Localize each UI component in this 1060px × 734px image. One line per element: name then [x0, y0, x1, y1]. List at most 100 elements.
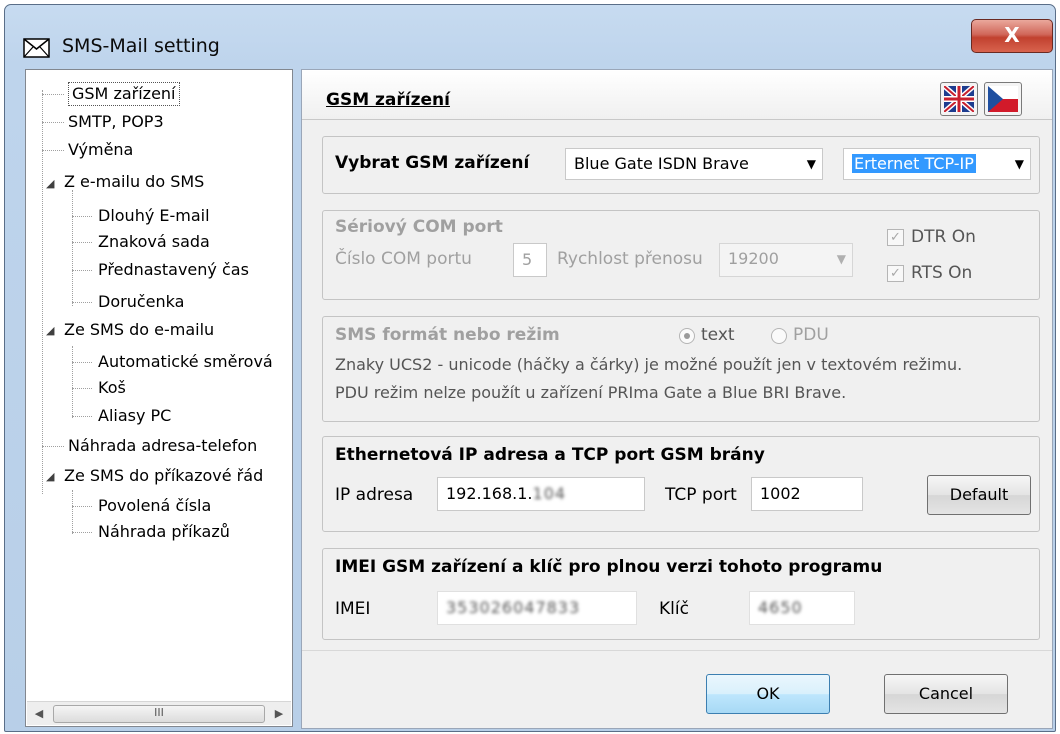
- tree-connector: [72, 506, 92, 507]
- tree-connector: [72, 532, 92, 533]
- tree-item-exchange[interactable]: Výměna: [68, 138, 133, 162]
- serial-port-group: Sériový COM port Číslo COM portu 5 Rychl…: [322, 210, 1040, 300]
- baud-rate-value: 19200: [728, 249, 779, 268]
- ip-address-label: IP adresa: [335, 485, 414, 505]
- tree-item-trash[interactable]: Koš: [98, 376, 126, 400]
- baud-rate-select[interactable]: 19200 ▼: [719, 243, 853, 277]
- tree-item-delivery-report[interactable]: Doručenka: [98, 290, 184, 314]
- com-port-label: Číslo COM portu: [335, 249, 472, 269]
- device-select[interactable]: Blue Gate ISDN Brave ▼: [565, 148, 823, 180]
- unicode-note: Znaky UCS2 - unicode (háčky a čárky) je …: [335, 355, 963, 374]
- footer-divider: [302, 650, 1052, 651]
- chevron-down-icon: ▼: [1014, 157, 1024, 171]
- connection-select-value: Erternet TCP-IP: [852, 154, 976, 173]
- tree-connector: [42, 150, 64, 151]
- key-label: Klíč: [659, 599, 689, 619]
- tree-connector: [42, 446, 64, 447]
- device-label: Vybrat GSM zařízení: [335, 153, 530, 173]
- tree-connector: [72, 242, 92, 243]
- tree-connector: [72, 416, 92, 417]
- tree-item-auto-routing[interactable]: Automatické směrová: [98, 350, 273, 374]
- close-button[interactable]: X: [971, 19, 1053, 53]
- tree-item-pc-aliases[interactable]: Aliasy PC: [98, 404, 171, 428]
- tree-connector: [72, 362, 92, 363]
- tree-item-email-to-sms[interactable]: Z e-mailu do SMS: [64, 170, 204, 194]
- tree-item-address-phone[interactable]: Náhrada adresa-telefon: [68, 434, 257, 458]
- scroll-right-icon[interactable]: ▶: [267, 702, 291, 726]
- tree-connector: [42, 122, 64, 123]
- sms-format-title: SMS formát nebo režim: [335, 325, 560, 345]
- baud-rate-label: Rychlost přenosu: [557, 249, 703, 269]
- rts-checkbox[interactable]: ✓: [887, 265, 904, 282]
- tree-connector: [72, 346, 73, 418]
- sms-format-group: SMS formát nebo režim text PDU Znaky UCS…: [322, 316, 1040, 422]
- collapse-arrow-icon[interactable]: ◢: [46, 470, 54, 483]
- settings-panel: GSM zařízení Vybrat GSM zařízení Blue Ga…: [301, 69, 1053, 729]
- tree-item-sms-to-email[interactable]: Ze SMS do e-mailu: [64, 318, 214, 342]
- title-bar[interactable]: SMS-Mail setting X: [5, 5, 1055, 73]
- connection-select[interactable]: Erternet TCP-IP ▼: [843, 148, 1031, 180]
- close-icon: X: [1004, 23, 1020, 47]
- text-mode-label: text: [701, 325, 735, 345]
- tree-connector: [72, 388, 92, 389]
- tree-item-command-replace[interactable]: Náhrada příkazů: [98, 520, 230, 544]
- tree-connector: [72, 190, 73, 306]
- tree-connector: [72, 216, 92, 217]
- default-button[interactable]: Default: [927, 475, 1031, 515]
- device-group: Vybrat GSM zařízení Blue Gate ISDN Brave…: [322, 136, 1040, 194]
- tree-item-long-email[interactable]: Dlouhý E-mail: [98, 204, 210, 228]
- com-port-input[interactable]: 5: [513, 243, 547, 277]
- scrollbar-thumb[interactable]: III: [53, 705, 265, 723]
- tree-item-charset[interactable]: Znaková sada: [98, 230, 210, 254]
- imei-value: 353026047833: [446, 598, 581, 617]
- pdu-mode-radio[interactable]: [771, 328, 787, 344]
- grip-icon: III: [154, 706, 164, 719]
- collapse-arrow-icon[interactable]: ◢: [46, 177, 54, 190]
- tree-horizontal-scrollbar[interactable]: ◀ III ▶: [27, 701, 291, 725]
- tree-item-smtp-pop3[interactable]: SMTP, POP3: [68, 110, 164, 134]
- imei-label: IMEI: [335, 599, 371, 619]
- license-key-value: 4650: [758, 598, 803, 617]
- uk-flag-button[interactable]: [940, 82, 978, 116]
- rts-label: RTS On: [911, 263, 973, 283]
- tcp-port-input[interactable]: 1002: [751, 477, 863, 511]
- settings-window: SMS-Mail setting X ◢ ◢ ◢ GSM zařízení SM…: [4, 4, 1056, 732]
- dtr-label: DTR On: [911, 227, 976, 247]
- dialog-client: ◢ ◢ ◢ GSM zařízení SMTP, POP3 Výměna Z e…: [25, 69, 1053, 729]
- serial-title: Sériový COM port: [335, 217, 503, 237]
- collapse-arrow-icon[interactable]: ◢: [46, 324, 54, 337]
- page-title: GSM zařízení: [326, 90, 450, 110]
- text-mode-radio[interactable]: [679, 328, 695, 344]
- pdu-mode-label: PDU: [793, 325, 829, 345]
- imei-input[interactable]: 353026047833: [437, 591, 637, 625]
- ip-address-input[interactable]: 192.168.1.104: [437, 477, 645, 511]
- uk-flag-icon: [942, 84, 976, 114]
- device-select-value: Blue Gate ISDN Brave: [574, 154, 749, 173]
- imei-group: IMEI GSM zařízení a klíč pro plnou verzi…: [322, 548, 1040, 640]
- czech-flag-icon: [988, 86, 1018, 112]
- settings-tree[interactable]: ◢ ◢ ◢ GSM zařízení SMTP, POP3 Výměna Z e…: [25, 69, 293, 727]
- ip-address-value: 192.168.1.: [446, 484, 533, 503]
- tree-item-gsm-device[interactable]: GSM zařízení: [68, 82, 180, 106]
- ip-address-redacted: 104: [532, 484, 567, 503]
- panel-header: GSM zařízení: [302, 70, 1052, 120]
- ok-button[interactable]: OK: [706, 674, 830, 714]
- pdu-note: PDU režim nelze použít u zařízení PRIma …: [335, 383, 847, 402]
- scroll-left-icon[interactable]: ◀: [27, 702, 51, 726]
- tree-connector: [72, 490, 73, 534]
- chevron-down-icon: ▼: [836, 252, 846, 266]
- cancel-button[interactable]: Cancel: [884, 674, 1008, 714]
- ethernet-group: Ethernetová IP adresa a TCP port GSM brá…: [322, 436, 1040, 532]
- license-key-input[interactable]: 4650: [749, 591, 855, 625]
- chevron-down-icon: ▼: [806, 157, 816, 171]
- tree-connector: [72, 270, 92, 271]
- czech-flag-button[interactable]: [984, 82, 1022, 116]
- imei-title: IMEI GSM zařízení a klíč pro plnou verzi…: [335, 557, 883, 577]
- tree-item-preset-time[interactable]: Přednastavený čas: [98, 258, 249, 282]
- dtr-checkbox[interactable]: ✓: [887, 229, 904, 246]
- tcp-port-label: TCP port: [665, 485, 737, 505]
- tree-item-allowed-numbers[interactable]: Povolená čísla: [98, 494, 211, 518]
- tree-connector: [42, 94, 64, 95]
- tree-connector: [72, 302, 92, 303]
- tree-item-sms-to-command[interactable]: Ze SMS do příkazové řád: [64, 464, 263, 488]
